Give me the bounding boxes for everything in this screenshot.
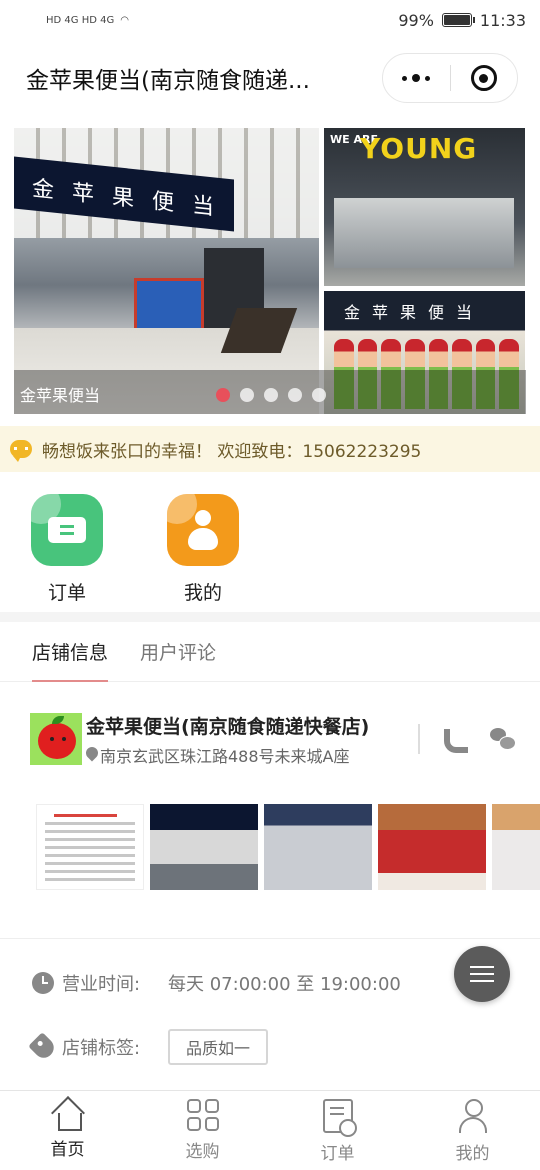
carousel-dot[interactable] (264, 388, 278, 402)
message-icon (10, 440, 32, 462)
grid-icon (186, 1099, 219, 1131)
floating-menu-button[interactable] (454, 946, 510, 1002)
quick-actions: 订单 我的 (0, 472, 540, 622)
target-icon (470, 65, 497, 91)
tabbar-shop[interactable]: 选购 (135, 1091, 270, 1170)
gallery-photo-hall[interactable] (264, 804, 372, 890)
store-logo (30, 713, 82, 765)
opening-hours-label: 营业时间: (62, 974, 141, 995)
store-tags-label: 店铺标签: (62, 1038, 141, 1059)
notice-bar: 畅想饭来张口的幸福！ 欢迎致电：15062223295 (0, 426, 540, 472)
tabbar-orders[interactable]: 订单 (270, 1091, 405, 1170)
ticket-icon (31, 494, 103, 566)
location-pin-icon (86, 747, 98, 763)
tabbar-profile[interactable]: 我的 (405, 1091, 540, 1170)
tabbar-label: 选购 (185, 1142, 220, 1162)
quick-action-label: 订单 (47, 582, 86, 604)
content-tabs: 店铺信息 用户评论 (0, 622, 540, 682)
battery-icon (441, 13, 475, 27)
gallery-photo-store[interactable] (150, 804, 258, 890)
status-bar: HD 4G HD 4G ◠ 99% 11:33 (0, 0, 540, 40)
tabbar-label: 我的 (455, 1144, 490, 1164)
wechat-icon[interactable] (490, 728, 516, 750)
signal-indicators: HD 4G HD 4G ◠ (46, 15, 129, 26)
banner-carousel[interactable]: 金苹果便当 WE ARE YOUNG 金苹果便当 金苹果便当 (14, 128, 526, 414)
quick-action-orders[interactable]: 订单 (30, 494, 104, 612)
opening-hours-value: 每天 07:00:00 至 19:00:00 (168, 974, 401, 995)
tab-user-reviews[interactable]: 用户评论 (140, 622, 216, 682)
tabbar-label: 首页 (50, 1140, 85, 1160)
phone-icon[interactable] (442, 728, 468, 753)
navigation-bar: 金苹果便当(南京随食随递... (0, 40, 540, 116)
more-menu-button[interactable] (383, 54, 450, 102)
staff-sign: 金苹果便当 (344, 303, 485, 322)
store-header: 金苹果便当(南京随食随递快餐店) 南京玄武区珠江路488号未来城A座 (0, 694, 540, 784)
carousel-dot[interactable] (288, 388, 302, 402)
carousel-dot-active[interactable] (216, 388, 230, 402)
store-address: 南京玄武区珠江路488号未来城A座 (100, 746, 350, 766)
home-icon (52, 1099, 84, 1131)
battery-percent: 99% (398, 10, 434, 30)
user-icon (458, 1099, 488, 1133)
young-word: YOUNG (360, 132, 478, 165)
tag-icon (28, 1032, 58, 1062)
more-icon (402, 74, 431, 82)
tab-store-info[interactable]: 店铺信息 (32, 622, 109, 682)
tabbar-home[interactable]: 首页 (0, 1091, 135, 1170)
notice-text: 畅想饭来张口的幸福！ 欢迎致电：15062223295 (42, 441, 422, 462)
store-photo-gallery[interactable] (0, 804, 540, 904)
quick-action-label: 我的 (183, 582, 222, 604)
person-icon (167, 494, 239, 566)
gallery-photo-menu[interactable] (36, 804, 144, 890)
banner-photo-kitchen: WE ARE YOUNG (324, 128, 525, 286)
quick-action-profile[interactable]: 我的 (166, 494, 240, 612)
miniprogram-capsule (382, 53, 518, 103)
carousel-dot[interactable] (240, 388, 254, 402)
store-tags-row: 店铺标签: 品质如一 (0, 1015, 540, 1079)
carousel-indicator (216, 388, 326, 402)
wifi-icon: ◠ (120, 14, 129, 26)
gallery-photo-diners[interactable] (378, 804, 486, 890)
carousel-dot[interactable] (312, 388, 326, 402)
close-miniprogram-button[interactable] (451, 54, 518, 102)
tabbar-label: 订单 (320, 1144, 355, 1164)
clock-time: 11:33 (479, 10, 526, 30)
store-address-link[interactable]: 南京玄武区珠江路488号未来城A座 (86, 743, 410, 767)
page-title: 金苹果便当(南京随食随递... (26, 68, 310, 94)
store-name: 金苹果便当(南京随食随递快餐店) (86, 715, 370, 738)
bottom-tab-bar: 首页 选购 订单 我的 (0, 1090, 540, 1170)
clock-icon (32, 972, 54, 994)
gallery-photo-tables[interactable] (492, 804, 540, 890)
store-tag: 品质如一 (168, 1029, 269, 1065)
carrier-label: HD 4G HD 4G (46, 14, 115, 26)
order-icon (322, 1099, 357, 1137)
